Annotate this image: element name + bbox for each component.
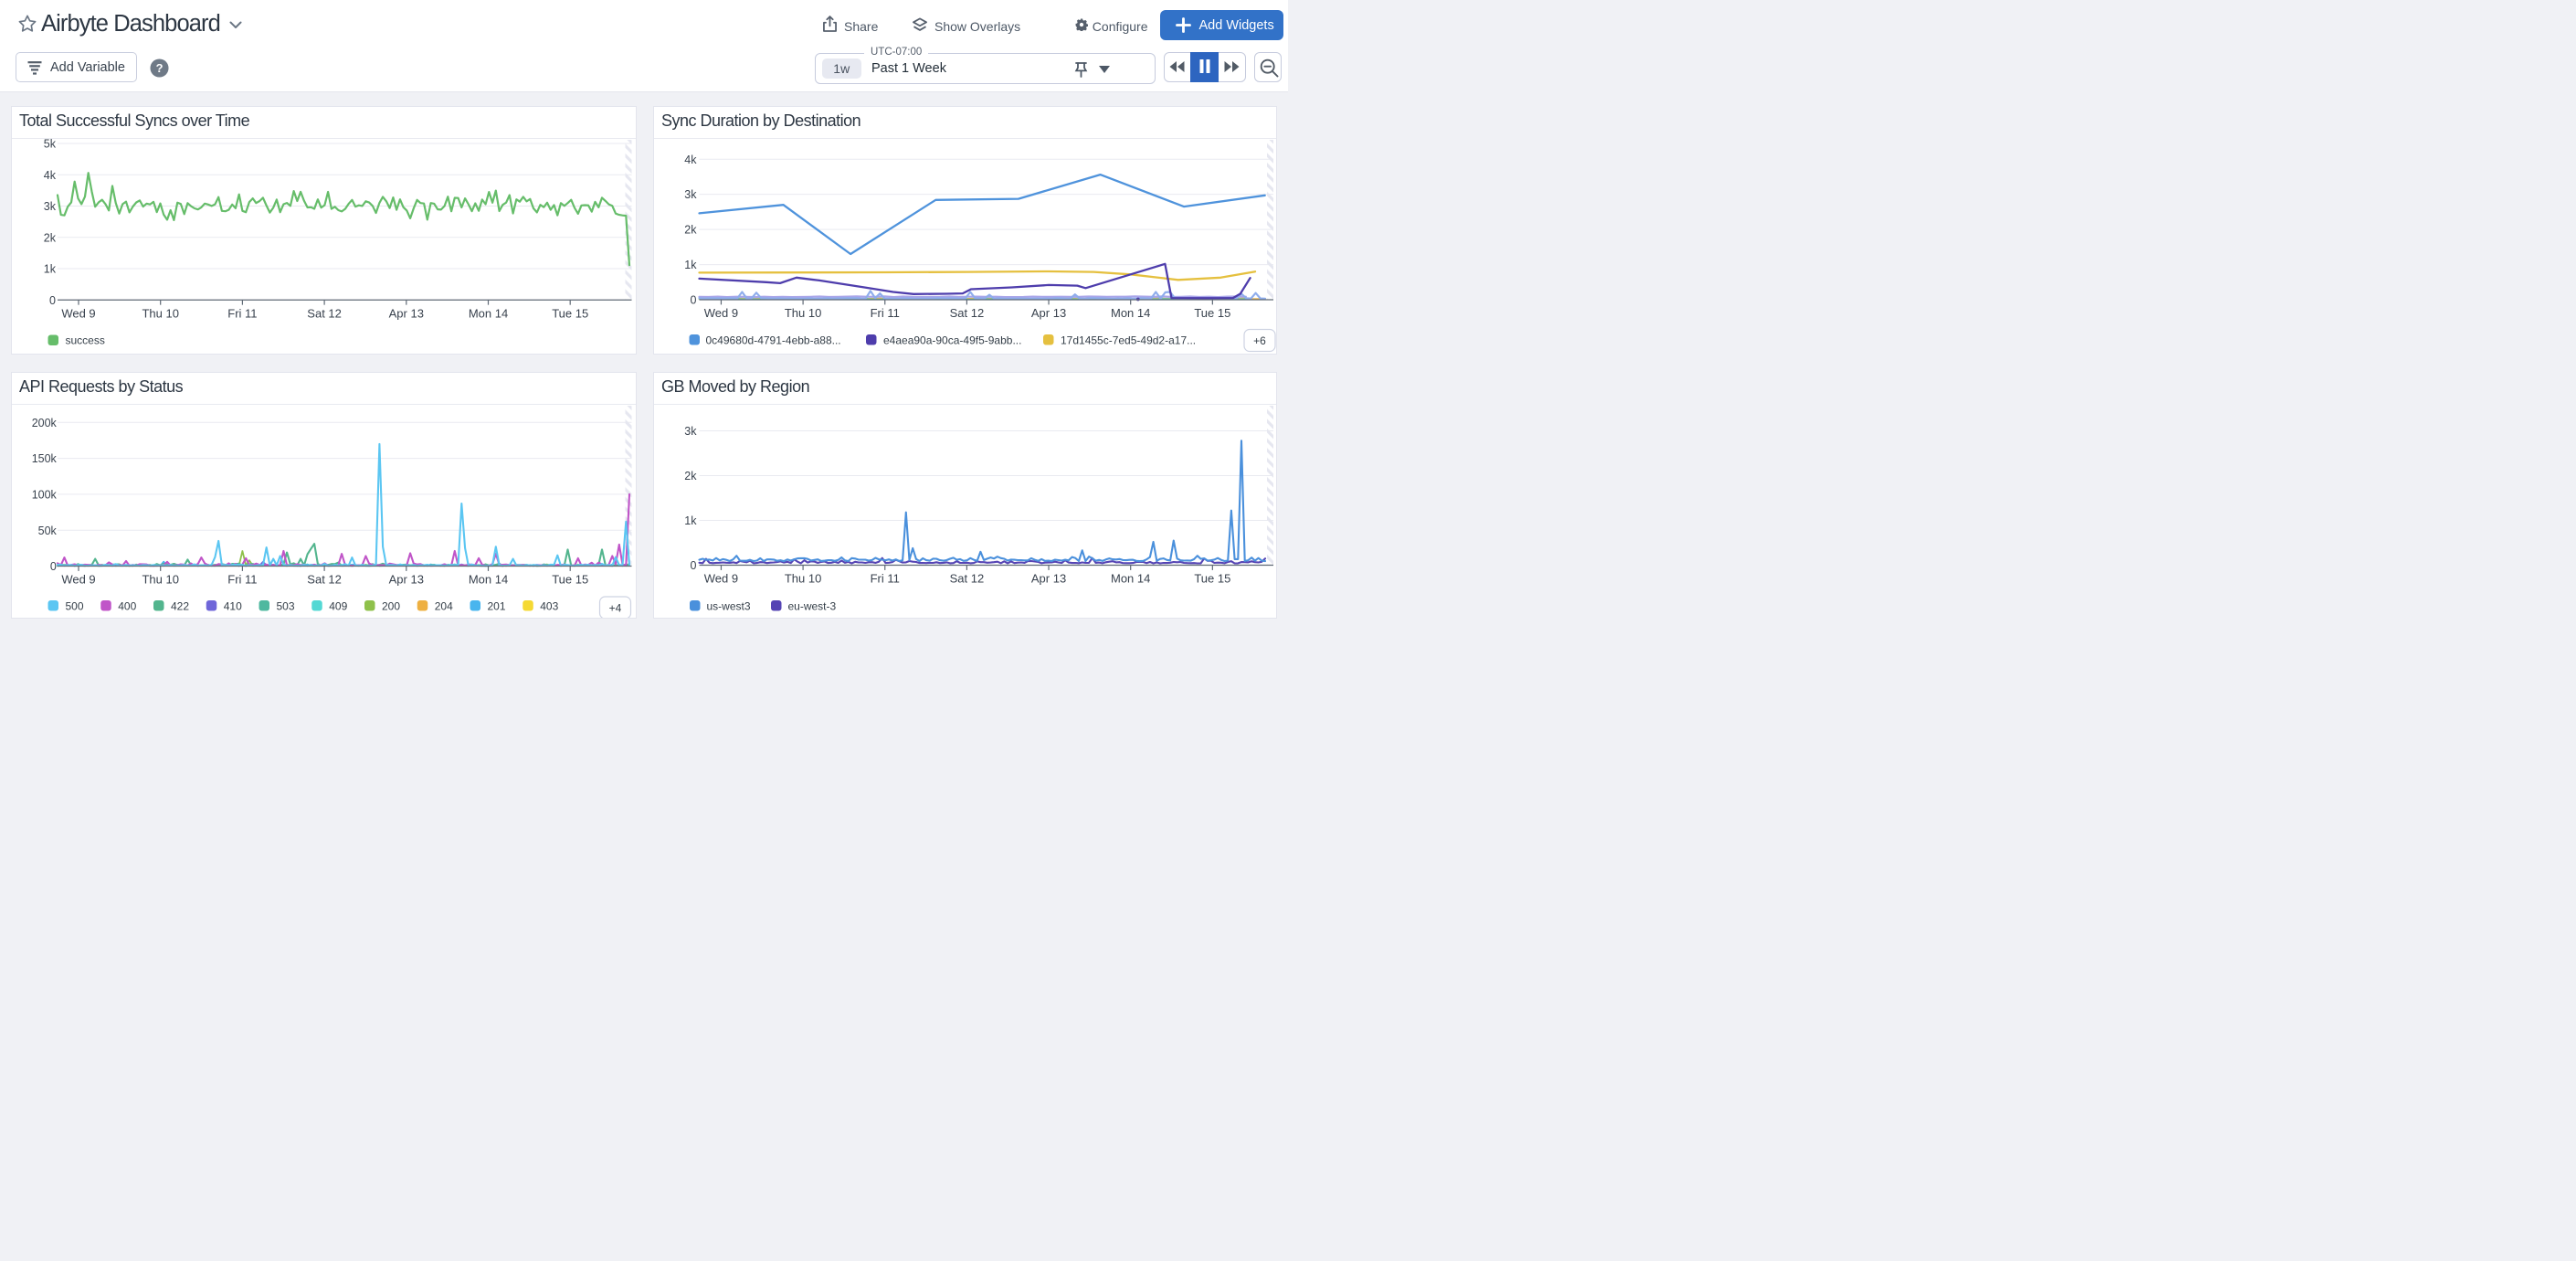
svg-text:Thu 10: Thu 10 xyxy=(785,571,821,585)
svg-text:4k: 4k xyxy=(44,168,57,181)
svg-text:Tue 15: Tue 15 xyxy=(1194,571,1230,585)
svg-text:1k: 1k xyxy=(684,514,697,527)
svg-text:3k: 3k xyxy=(684,425,697,438)
svg-text:e4aea90a-90ca-49f5-9abb...: e4aea90a-90ca-49f5-9abb... xyxy=(883,334,1021,346)
svg-text:Sat 12: Sat 12 xyxy=(307,572,342,586)
svg-text:201: 201 xyxy=(488,599,506,612)
svg-text:success: success xyxy=(66,334,105,346)
svg-text:17d1455c-7ed5-49d2-a17...: 17d1455c-7ed5-49d2-a17... xyxy=(1061,334,1196,346)
svg-text:1k: 1k xyxy=(684,259,697,271)
svg-text:500: 500 xyxy=(66,599,84,612)
svg-text:400: 400 xyxy=(118,599,136,612)
svg-text:3k: 3k xyxy=(684,188,697,201)
svg-text:Sat 12: Sat 12 xyxy=(307,306,342,320)
svg-text:Thu 10: Thu 10 xyxy=(785,306,821,320)
svg-text:5k: 5k xyxy=(44,139,57,151)
svg-text:Apr 13: Apr 13 xyxy=(1031,571,1066,585)
svg-text:Apr 13: Apr 13 xyxy=(1031,306,1066,320)
svg-text:Tue 15: Tue 15 xyxy=(552,306,588,320)
svg-text:0: 0 xyxy=(691,559,697,572)
svg-text:2k: 2k xyxy=(44,231,57,244)
svg-text:150k: 150k xyxy=(32,452,58,465)
svg-text:200: 200 xyxy=(382,599,400,612)
svg-text:0: 0 xyxy=(691,293,697,306)
svg-text:409: 409 xyxy=(329,599,347,612)
svg-text:2k: 2k xyxy=(684,223,697,236)
svg-text:100k: 100k xyxy=(32,488,58,501)
svg-text:Sat 12: Sat 12 xyxy=(950,306,985,320)
svg-text:Thu 10: Thu 10 xyxy=(142,306,178,320)
svg-text:eu-west-3: eu-west-3 xyxy=(788,599,837,612)
svg-text:0: 0 xyxy=(49,293,56,306)
svg-text:Fri 11: Fri 11 xyxy=(227,572,257,586)
svg-text:Mon 14: Mon 14 xyxy=(469,306,508,320)
svg-text:Fri 11: Fri 11 xyxy=(871,306,900,320)
svg-text:Fri 11: Fri 11 xyxy=(227,306,257,320)
svg-text:Apr 13: Apr 13 xyxy=(389,572,424,586)
svg-text:Tue 15: Tue 15 xyxy=(1194,306,1230,320)
svg-text:204: 204 xyxy=(435,599,453,612)
svg-text:Apr 13: Apr 13 xyxy=(389,306,424,320)
svg-text:Mon 14: Mon 14 xyxy=(1111,306,1150,320)
svg-text:Thu 10: Thu 10 xyxy=(142,572,178,586)
svg-text:Fri 11: Fri 11 xyxy=(871,571,900,585)
svg-text:50k: 50k xyxy=(38,524,58,536)
svg-text:Mon 14: Mon 14 xyxy=(1111,571,1150,585)
svg-text:+4: +4 xyxy=(609,601,622,614)
svg-text:Mon 14: Mon 14 xyxy=(469,572,508,586)
svg-text:3k: 3k xyxy=(44,200,57,213)
svg-text:Wed 9: Wed 9 xyxy=(704,571,738,585)
svg-text:403: 403 xyxy=(540,599,558,612)
svg-text:2k: 2k xyxy=(684,470,697,482)
svg-text:1k: 1k xyxy=(44,262,57,275)
svg-text:4k: 4k xyxy=(684,153,697,165)
svg-text:200k: 200k xyxy=(32,416,58,429)
svg-text:0: 0 xyxy=(50,560,57,573)
svg-text:+6: +6 xyxy=(1253,334,1266,347)
svg-text:Sat 12: Sat 12 xyxy=(950,571,985,585)
svg-text:us-west3: us-west3 xyxy=(707,599,751,612)
svg-text:Wed 9: Wed 9 xyxy=(61,306,95,320)
svg-text:Wed 9: Wed 9 xyxy=(61,572,95,586)
svg-text:?: ? xyxy=(156,61,164,75)
svg-text:Tue 15: Tue 15 xyxy=(552,572,588,586)
svg-text:410: 410 xyxy=(224,599,242,612)
svg-text:503: 503 xyxy=(277,599,295,612)
svg-text:Wed 9: Wed 9 xyxy=(704,306,738,320)
svg-text:422: 422 xyxy=(171,599,189,612)
svg-text:0c49680d-4791-4ebb-a88...: 0c49680d-4791-4ebb-a88... xyxy=(706,334,841,346)
